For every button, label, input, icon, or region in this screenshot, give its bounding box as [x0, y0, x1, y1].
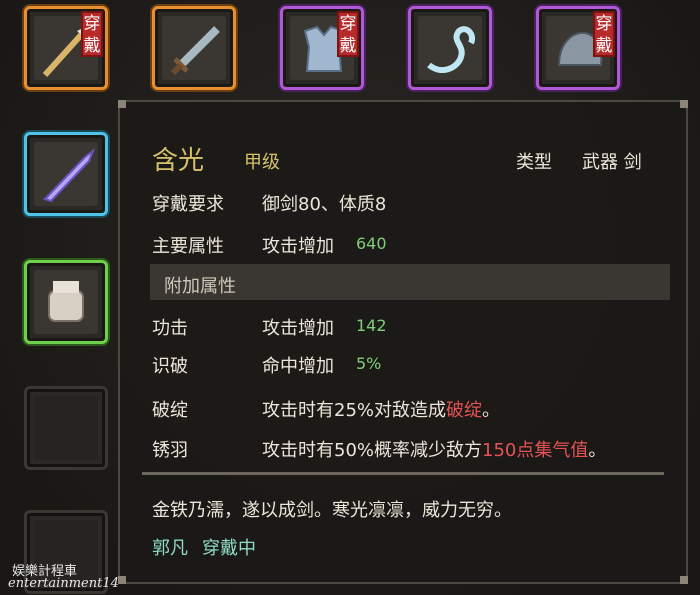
skill-description: 攻击时有25%对敌造成破绽。: [262, 400, 501, 421]
sword-icon: [170, 26, 220, 76]
skill-description: 攻击时有50%概率减少敌方150点集气值。: [262, 440, 607, 461]
equipment-slot-6[interactable]: [24, 132, 108, 216]
equipment-slot-5[interactable]: 穿戴: [536, 6, 620, 90]
wearer-status: 穿戴中: [202, 538, 256, 559]
glove-icon: [48, 281, 84, 322]
equipment-slot-3[interactable]: 穿戴: [280, 6, 364, 90]
requirement-label: 穿戴要求: [152, 194, 224, 215]
extra-attr-value: 142: [356, 316, 387, 335]
extra-attr-value: 5%: [356, 354, 382, 373]
main-attr-text: 攻击增加: [262, 236, 334, 257]
divider: [142, 472, 664, 475]
equipment-slot-4[interactable]: [408, 6, 492, 90]
equipment-slot-1[interactable]: 穿戴: [24, 6, 108, 90]
wearer-name: 郭凡: [152, 538, 188, 559]
item-description: 金铁乃濡，遂以成剑。寒光凛凛，威力无穷。: [152, 500, 512, 521]
main-attr-label: 主要属性: [152, 236, 224, 257]
equipped-badge: 穿戴: [337, 11, 359, 57]
type-value: 武器 剑: [582, 152, 642, 173]
item-tooltip: 含光 甲级 类型 武器 剑 穿戴要求 御剑80、体质8 主要属性 攻击增加 64…: [118, 100, 688, 584]
main-attr-value: 640: [356, 234, 387, 253]
item-grade: 甲级: [244, 152, 280, 173]
equipment-slot-empty-1[interactable]: [24, 386, 108, 470]
extra-attr-label: 识破: [152, 356, 188, 377]
requirement-value: 御剑80、体质8: [262, 194, 387, 215]
item-name: 含光: [152, 146, 205, 176]
extra-attr-text: 攻击增加: [262, 318, 334, 339]
type-label: 类型: [516, 152, 552, 173]
ribbon-icon: [427, 26, 475, 74]
watermark-line-2: entertainment14: [8, 576, 119, 591]
extra-attr-text: 命中增加: [262, 356, 334, 377]
skill-label: 破绽: [152, 400, 188, 421]
equipment-slot-2[interactable]: [152, 6, 236, 90]
equipped-badge: 穿戴: [593, 11, 615, 57]
extra-attr-label: 功击: [152, 318, 188, 339]
dagger-icon: [43, 148, 96, 203]
skill-label: 锈羽: [152, 440, 188, 461]
equipment-slot-7[interactable]: [24, 260, 108, 344]
equipped-badge: 穿戴: [81, 11, 103, 57]
extra-section-title: 附加属性: [164, 276, 236, 297]
